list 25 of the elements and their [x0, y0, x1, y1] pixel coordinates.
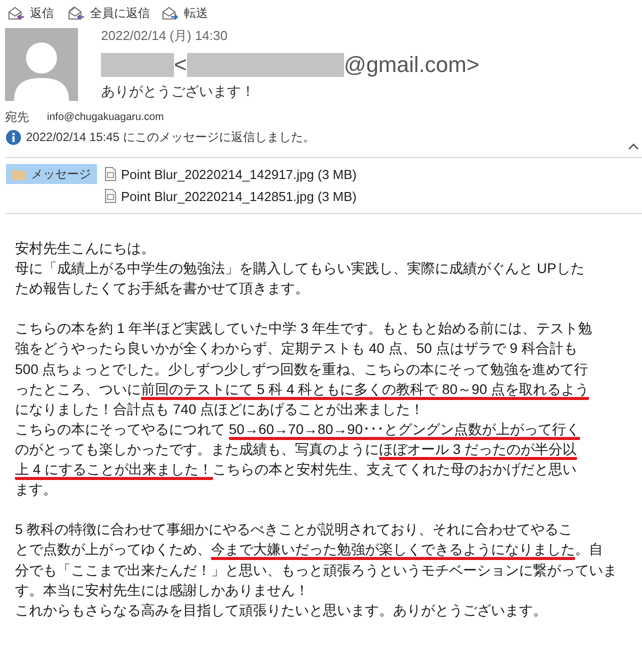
message-date: 2022/02/14 (月) 14:30 — [101, 28, 228, 44]
file-icon — [105, 167, 116, 181]
recipient-address: info@chugakuagaru.com — [47, 111, 164, 123]
toolbar-button[interactable]: 転送 — [162, 4, 208, 22]
reply-all-icon — [66, 6, 85, 20]
body-paragraph: 5 教科の特徴に合わせて事細かにやるべきことが説明されており、それに合わせてやるこ とで点数が上がってゆくため、今まで大嫌いだった勉強が楽しくできるようになりました。自 分でも「ここまで出来たんだ！」と思い、もっと頑張ろうというモチベーションに繋がっていま す。本当に安村先生には感謝しかありません！ これからもさらなる高みを目指して頑張りたいと思います。ありがとうございます。 — [15, 520, 618, 620]
chevron-up-icon[interactable] — [628, 143, 639, 150]
attachment-file[interactable]: Point Blur_20220214_142851.jpg (3 MB) — [105, 185, 359, 207]
avatar-icon — [5, 28, 78, 101]
body-paragraph: こちらの本を約 1 年半ほど実践していた中学 3 年生です。もともと始める前には、テスト勉 強をどうやったら良いかが全くわからず、定期テストも 40 点、50 点はザラで 9 科合計も 500 点ちょっとでした。少しずつ少しずつ回数を重ね、こちらの本にそって勉強を進めて行 ったところ、ついに前回のテストにて 5 科 4 科ともに多くの教科で 80～90 点を取れるよう になりました！合計点も 740 点ほどにあげることが出来ました！ こちらの本にそってやるにつれて 50→60→70→80→90･･･とグングン点数が上がって行く のがとっても楽しかったです。また成績も、写真のようにほぼオール 3 だったのが半分以 上 4 にすることが出来ました！こちらの本と安村先生、支えてくれた母のおかげだと思い ます。 — [15, 319, 594, 500]
sender-email-domain: @gmail.com> — [344, 51, 480, 79]
sender-bracket: < — [174, 51, 187, 79]
body-paragraph: 安村先生こんにちは。 母に「成績上がる中学生の勉強法」を購入してもらい実践し、実際に成績がぐんと UPした ため報告したくてお手紙を書かせて頂きます。 — [15, 239, 586, 298]
reply-icon — [8, 6, 25, 20]
attachment-file[interactable]: Point Blur_20220214_142917.jpg (3 MB) — [105, 163, 359, 185]
toolbar-button[interactable]: 返信 — [8, 4, 54, 22]
reply-notice: 2022/02/14 15:45 にこのメッセージに返信しました。 — [26, 129, 315, 145]
folder-icon — [12, 168, 26, 180]
recipient-label: 宛先 — [5, 108, 29, 126]
message-tab[interactable]: メッセージ — [6, 164, 97, 184]
toolbar-button[interactable]: 全員に返信 — [66, 4, 150, 22]
forward-icon — [162, 6, 179, 20]
info-icon — [6, 130, 21, 144]
file-icon — [105, 189, 116, 203]
message-subject: ありがとうございます！ — [101, 82, 256, 100]
